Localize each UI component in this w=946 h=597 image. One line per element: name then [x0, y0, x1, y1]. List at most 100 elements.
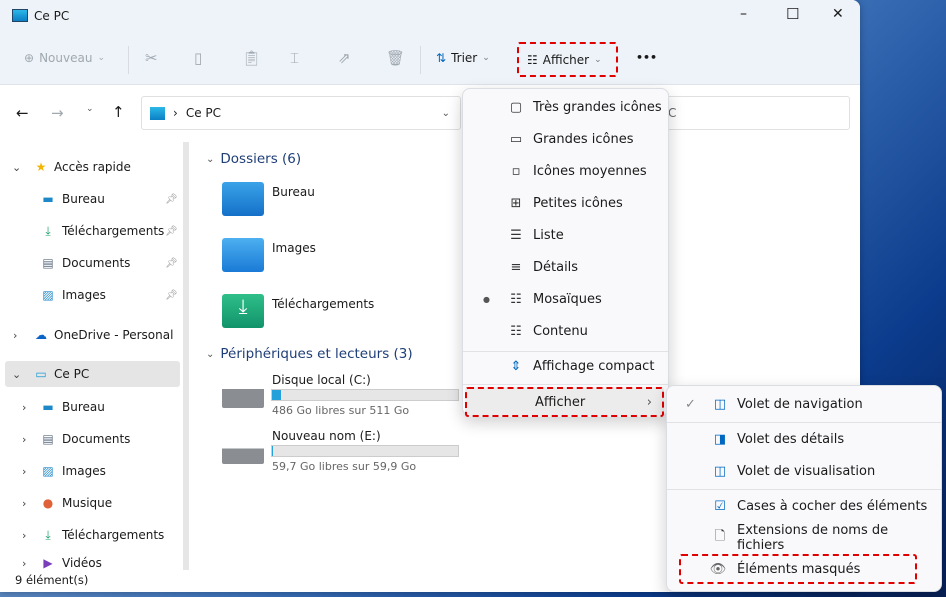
- menu-item-file-extensions[interactable]: 🗋︎ Extensions de noms de fichiers: [671, 523, 937, 553]
- folder-name[interactable]: Téléchargements: [272, 297, 374, 311]
- folder-icon-telechargements[interactable]: ⤓: [222, 294, 264, 328]
- menu-item-show[interactable]: Afficher ›: [465, 387, 664, 417]
- forward-button[interactable]: →: [51, 104, 64, 122]
- star-icon: ★: [35, 160, 47, 174]
- group-title: Dossiers (6): [220, 151, 302, 167]
- rename-icon[interactable]: ⌶: [290, 49, 299, 67]
- download-icon: ⤓: [45, 223, 51, 238]
- menu-item-preview-pane[interactable]: ◫ Volet de visualisation: [671, 456, 937, 486]
- maximize-button[interactable]: ☐: [786, 5, 799, 23]
- address-bar[interactable]: › Ce PC ⌄: [141, 96, 461, 130]
- documents-icon: ▤: [42, 432, 54, 446]
- menu-item-medium-icons[interactable]: ▫ Icônes moyennes: [467, 156, 664, 186]
- sidebar-item-musique[interactable]: › ● Musique: [0, 490, 180, 516]
- drive-icon-c[interactable]: [222, 376, 264, 408]
- drive-icon-e[interactable]: [222, 436, 264, 464]
- pin-icon[interactable]: 📌︎: [165, 258, 178, 269]
- share-icon[interactable]: ⇗: [338, 49, 351, 67]
- menu-item-compact-view[interactable]: ⇕ Affichage compact: [467, 351, 664, 381]
- folder-icon-images[interactable]: [222, 238, 264, 272]
- sidebar-item-pc-bureau[interactable]: › ▬ Bureau: [0, 394, 180, 420]
- menu-item-label: Contenu: [533, 323, 588, 339]
- view-button[interactable]: ☷ Afficher ⌄: [517, 42, 618, 77]
- folder-name[interactable]: Images: [272, 241, 316, 255]
- menu-item-tiles[interactable]: ● ☷ Mosaïques: [467, 284, 664, 314]
- sidebar-item-ce-pc[interactable]: ⌄ ▭ Ce PC: [5, 361, 180, 387]
- pin-icon[interactable]: 📌︎: [165, 194, 178, 205]
- sort-button[interactable]: ⇅ Trier ⌄: [436, 51, 490, 65]
- sidebar-item-label: Téléchargements: [62, 528, 165, 542]
- sidebar-item-images[interactable]: ▨ Images 📌︎: [0, 282, 180, 308]
- sidebar-item-pc-images[interactable]: › ▨ Images: [0, 458, 180, 484]
- recent-locations-button[interactable]: ⌄: [86, 104, 94, 114]
- menu-item-item-checkboxes[interactable]: ☑ Cases à cocher des éléments: [671, 491, 937, 521]
- drive-usage-fill: [272, 446, 273, 456]
- chevron-down-icon: ⌄: [206, 153, 215, 165]
- status-bar-count: 9 élément(s): [15, 573, 89, 587]
- folder-icon-bureau[interactable]: [222, 182, 264, 216]
- menu-item-details[interactable]: ≡ Détails: [467, 252, 664, 282]
- sidebar-item-label: Accès rapide: [54, 160, 131, 174]
- menu-divider: [667, 489, 941, 490]
- menu-item-label: Cases à cocher des éléments: [737, 498, 928, 514]
- folders-group-header[interactable]: ⌄ Dossiers (6): [206, 151, 301, 167]
- sidebar-item-quick-access[interactable]: ⌄ ★ Accès rapide: [0, 154, 180, 180]
- list-icon: ☰: [510, 227, 522, 243]
- sidebar-item-label: OneDrive - Personal: [54, 328, 174, 342]
- menu-divider: [667, 422, 941, 423]
- menu-item-label: Grandes icônes: [533, 131, 634, 147]
- up-button[interactable]: ↑: [112, 103, 125, 121]
- menu-item-small-icons[interactable]: ⊞ Petites icônes: [467, 188, 664, 218]
- sidebar-item-label: Téléchargements: [62, 224, 165, 238]
- sidebar-item-label: Documents: [62, 256, 131, 270]
- menu-item-details-pane[interactable]: ◨ Volet des détails: [671, 424, 937, 454]
- sidebar-item-onedrive[interactable]: › ☁ OneDrive - Personal: [0, 322, 180, 348]
- navigation-scrollbar[interactable]: [183, 142, 189, 570]
- menu-item-content[interactable]: ☷ Contenu: [467, 316, 664, 346]
- delete-icon[interactable]: 🗑︎: [386, 49, 405, 67]
- medium-icons-icon: ▫: [511, 163, 521, 179]
- sidebar-item-bureau[interactable]: ▬ Bureau 📌︎: [0, 186, 180, 212]
- sidebar-item-label: Vidéos: [62, 556, 102, 570]
- sidebar-item-pc-documents[interactable]: › ▤ Documents: [0, 426, 180, 452]
- sidebar-item-documents[interactable]: ▤ Documents 📌︎: [0, 250, 180, 276]
- sidebar-item-pc-telechargements[interactable]: › ⤓ Téléchargements: [0, 522, 180, 548]
- sidebar-item-label: Images: [62, 288, 106, 302]
- paste-icon[interactable]: 📋︎: [242, 49, 261, 67]
- images-icon: ▨: [42, 464, 54, 478]
- sidebar-item-label: Bureau: [62, 192, 105, 206]
- music-icon: ●: [42, 496, 54, 510]
- back-button[interactable]: ←: [16, 104, 29, 122]
- chevron-right-icon: ›: [646, 394, 652, 410]
- sidebar-item-label: Documents: [62, 432, 131, 446]
- new-label: Nouveau: [39, 51, 93, 65]
- minimize-button[interactable]: –: [740, 6, 747, 22]
- cut-icon[interactable]: ✂: [145, 49, 158, 67]
- more-options-button[interactable]: •••: [636, 51, 657, 64]
- copy-icon[interactable]: ▯: [194, 49, 202, 67]
- drive-name[interactable]: Disque local (C:): [272, 373, 371, 387]
- pin-icon[interactable]: 📌︎: [165, 226, 178, 237]
- pin-icon[interactable]: 📌︎: [165, 290, 178, 301]
- menu-item-hidden-items[interactable]: 👁︎ Éléments masqués: [679, 554, 917, 584]
- divider: [420, 46, 421, 74]
- sidebar-item-telechargements[interactable]: ⤓ Téléchargements 📌︎: [0, 218, 180, 244]
- menu-divider: [463, 384, 668, 385]
- menu-item-navigation-pane[interactable]: ✓ ◫ Volet de navigation: [671, 389, 937, 419]
- pc-icon: [150, 106, 165, 120]
- window-title: Ce PC: [34, 9, 70, 23]
- sidebar-item-videos[interactable]: › ▶ Vidéos: [0, 554, 180, 572]
- menu-item-list[interactable]: ☰ Liste: [467, 220, 664, 250]
- menu-item-extra-large-icons[interactable]: ▢ Très grandes icônes: [467, 92, 664, 122]
- drive-name[interactable]: Nouveau nom (E:): [272, 429, 381, 443]
- command-bar: ⊕ Nouveau ⌄ ✂ ▯ 📋︎ ⌶ ⇗ 🗑︎ ⇅ Trier ⌄ ☷ Affiche…: [0, 36, 860, 85]
- new-button[interactable]: ⊕ Nouveau ⌄: [24, 51, 105, 65]
- close-button[interactable]: ✕: [832, 6, 844, 22]
- menu-item-large-icons[interactable]: ▭ Grandes icônes: [467, 124, 664, 154]
- devices-group-header[interactable]: ⌄ Périphériques et lecteurs (3): [206, 346, 413, 362]
- title-bar: Ce PC – ☐ ✕: [0, 0, 860, 36]
- chevron-down-icon: ⌄: [594, 54, 602, 65]
- address-dropdown-icon[interactable]: ⌄: [442, 108, 450, 119]
- view-label: Afficher: [542, 52, 590, 67]
- folder-name[interactable]: Bureau: [272, 185, 315, 199]
